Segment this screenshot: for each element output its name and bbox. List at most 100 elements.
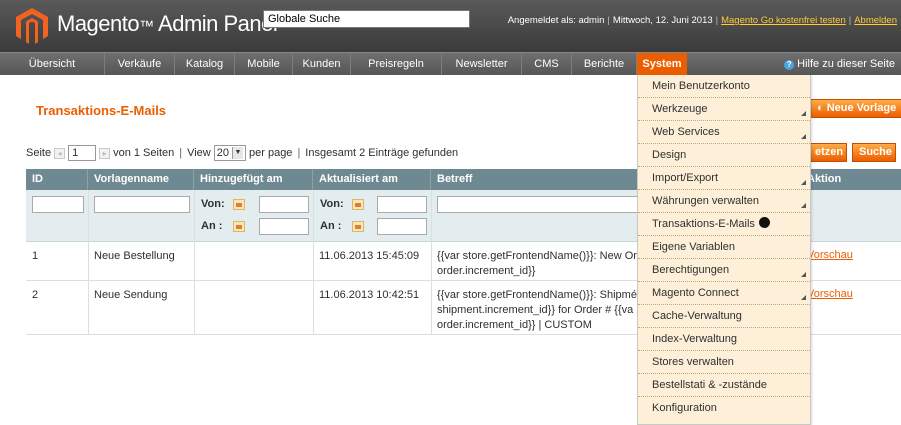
calendar-icon[interactable] [233, 199, 245, 210]
menu-item-label: Cache-Verwaltung [652, 310, 742, 322]
menu-item-web-services[interactable]: Web Services [638, 121, 810, 144]
calendar-icon[interactable] [352, 199, 364, 210]
menu-item-design[interactable]: Design [638, 144, 810, 167]
filter-updated-from-input[interactable] [377, 196, 427, 213]
logged-in-text: Angemeldet als: admin [507, 15, 605, 26]
menu-item-label: Index-Verwaltung [652, 333, 737, 345]
nav-item-cms[interactable]: CMS [522, 53, 572, 75]
menu-item-index-management[interactable]: Index-Verwaltung [638, 328, 810, 351]
cursor-icon [758, 217, 770, 228]
menu-item-label: Konfiguration [652, 402, 717, 414]
header-date: Mittwoch, 12. Juni 2013 [612, 15, 713, 26]
menu-item-tools[interactable]: Werkzeuge [638, 98, 810, 121]
per-page-select[interactable]: 20 ▼ [213, 145, 246, 161]
menu-item-transactional-emails[interactable]: Transaktions-E-Mails [638, 213, 810, 236]
brand-suffix: Admin Panel [158, 11, 278, 36]
nav-item-verkaeufe[interactable]: Verkäufe [105, 53, 175, 75]
global-search-input[interactable] [263, 10, 470, 28]
nav-item-preisregeln[interactable]: Preisregeln [351, 53, 442, 75]
subject-line: shipment.increment_id}} for Order # {{va [437, 304, 634, 316]
header-separator: | [848, 15, 852, 26]
page-count: von 1 Seiten [113, 147, 175, 159]
help-icon: ? [784, 60, 795, 70]
menu-item-permissions[interactable]: Berechtigungen [638, 259, 810, 282]
menu-item-order-statuses[interactable]: Bestellstati & -zustände [638, 374, 810, 397]
menu-item-label: Berechtigungen [652, 264, 730, 276]
cell-subject: {{var store.getFrontendName()}}: Shipmé s… [431, 288, 637, 333]
cell-subject: {{var store.getFrontendName()}}: New Or o… [431, 249, 637, 279]
header-separator: | [715, 15, 719, 26]
page-label: Seite [26, 147, 52, 159]
cell-updated: 11.06.2013 15:45:09 [319, 250, 420, 262]
filter-updated-from-label: Von: [320, 198, 344, 210]
calendar-icon[interactable] [233, 221, 245, 232]
filter-name-input[interactable] [94, 196, 190, 213]
search-button[interactable]: Suche [852, 143, 896, 162]
submenu-arrow-icon [801, 272, 806, 277]
help-label: Hilfe zu dieser Seite [797, 58, 895, 70]
menu-item-label: Web Services [652, 126, 720, 138]
menu-item-import-export[interactable]: Import/Export [638, 167, 810, 190]
column-header-action: Aktion [807, 173, 842, 185]
nav-item-katalog[interactable]: Katalog [175, 53, 235, 75]
magento-logo-icon[interactable] [12, 6, 52, 46]
chevron-down-icon: ▼ [232, 147, 243, 159]
filter-added-to-label: An : [201, 220, 223, 232]
reset-filter-button[interactable]: etzen [810, 143, 847, 162]
cell-id: 1 [32, 250, 39, 262]
admin-header: Magento™ Admin Panel Angemeldet als: adm… [0, 0, 901, 52]
menu-item-configuration[interactable]: Konfiguration [638, 397, 810, 420]
submenu-arrow-icon [801, 134, 806, 139]
column-header-added[interactable]: Hinzugefügt am [194, 169, 313, 190]
menu-item-my-account[interactable]: Mein Benutzerkonto [638, 75, 810, 98]
per-page-value: 20 [216, 147, 229, 159]
cell-template-name: Neue Sendung [94, 289, 168, 301]
filter-added-from-label: Von: [201, 198, 225, 210]
menu-item-manage-stores[interactable]: Stores verwalten [638, 351, 810, 374]
calendar-icon[interactable] [352, 221, 364, 232]
filter-id-input[interactable] [32, 196, 84, 213]
menu-item-currencies[interactable]: Währungen verwalten [638, 190, 810, 213]
pager-separator: | [297, 147, 301, 159]
prev-page-icon[interactable]: ◂ [54, 147, 66, 159]
nav-item-system[interactable]: System [637, 53, 687, 75]
pager-separator: | [179, 147, 183, 159]
menu-item-magento-connect[interactable]: Magento Connect [638, 282, 810, 305]
help-link[interactable]: ? Hilfe zu dieser Seite [784, 53, 895, 75]
menu-item-label: Import/Export [652, 172, 719, 184]
subject-line: order.increment_id}} | CUSTOM [437, 319, 592, 331]
logout-link[interactable]: Abmelden [854, 15, 897, 26]
subject-line: {{var store.getFrontendName()}}: New Or [437, 250, 637, 262]
column-header-template-name[interactable]: Vorlagenname [88, 169, 194, 190]
brand-superscript: ™ [139, 18, 154, 35]
brand-title: Magento™ Admin Panel [57, 11, 278, 37]
pager: Seite ◂ 1 ▸ von 1 Seiten | View 20 ▼ per … [26, 145, 458, 161]
submenu-arrow-icon [801, 203, 806, 208]
cell-template-name: Neue Bestellung [94, 250, 175, 262]
submenu-arrow-icon [801, 111, 806, 116]
nav-item-kunden[interactable]: Kunden [293, 53, 351, 75]
view-label: View [187, 147, 211, 159]
column-header-updated[interactable]: Aktualisiert am [313, 169, 431, 190]
filter-added-from-input[interactable] [259, 196, 309, 213]
preview-link-label: Vorschau [807, 288, 853, 300]
column-header-id[interactable]: ID [26, 169, 88, 190]
nav-item-uebersicht[interactable]: Übersicht [0, 53, 105, 75]
next-page-icon[interactable]: ▸ [99, 147, 111, 159]
menu-item-label: Magento Connect [652, 287, 739, 299]
nav-item-mobile[interactable]: Mobile [235, 53, 293, 75]
submenu-arrow-icon [801, 180, 806, 185]
cell-id: 2 [32, 289, 39, 301]
nav-item-berichte[interactable]: Berichte [572, 53, 637, 75]
page-number-input[interactable]: 1 [68, 145, 97, 161]
brand-name: Magento [57, 11, 140, 36]
filter-updated-to-input[interactable] [377, 218, 427, 235]
menu-item-custom-variables[interactable]: Eigene Variablen [638, 236, 810, 259]
nav-item-newsletter[interactable]: Newsletter [442, 53, 522, 75]
cell-updated: 11.06.2013 10:42:51 [319, 289, 420, 301]
filter-added-to-input[interactable] [259, 218, 309, 235]
new-template-button[interactable]: ◐ Neue Vorlage [810, 99, 901, 118]
menu-item-cache-management[interactable]: Cache-Verwaltung [638, 305, 810, 328]
main-nav: Übersicht Verkäufe Katalog Mobile Kunden… [0, 52, 901, 75]
magento-go-link[interactable]: Magento Go kostenfrei testen [721, 15, 846, 26]
